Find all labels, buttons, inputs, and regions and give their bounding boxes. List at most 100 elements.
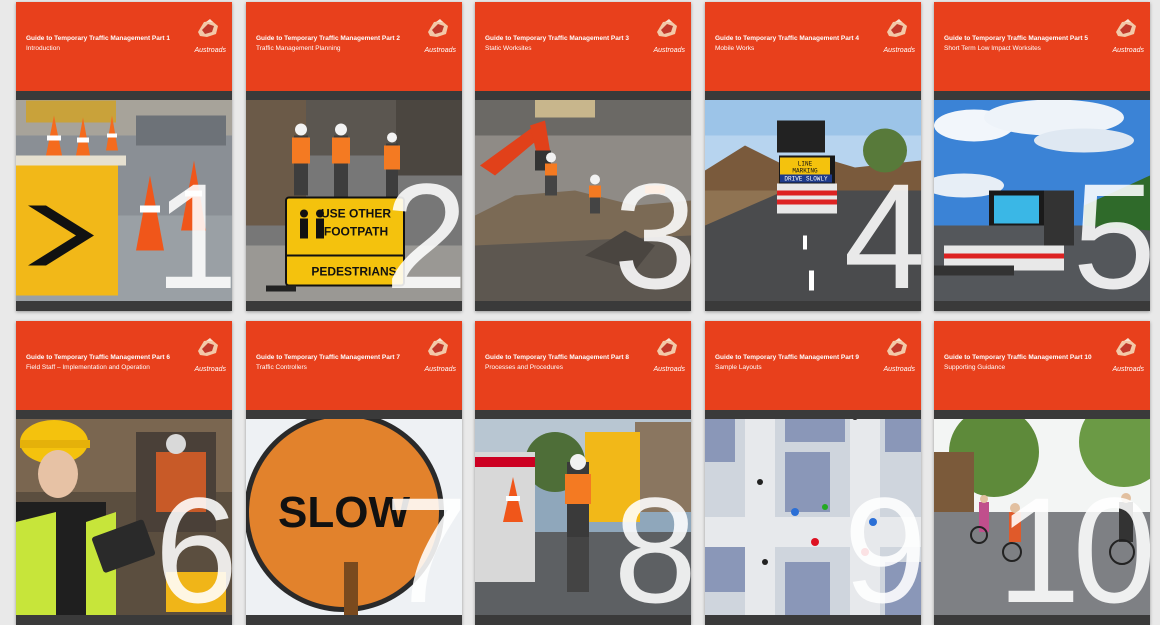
header-band: [934, 410, 1150, 419]
cover-title: Guide to Temporary Traffic Management Pa…: [715, 354, 859, 361]
cover-subtitle: Sample Layouts: [715, 364, 762, 371]
austroads-logo-icon: [1116, 338, 1136, 356]
part-number: 6: [154, 466, 232, 615]
cover-header: Guide to Temporary Traffic Management Pa…: [475, 321, 691, 410]
brand-name: Austroads: [424, 366, 456, 373]
book-cover-part-3[interactable]: Guide to Temporary Traffic Management Pa…: [475, 2, 691, 311]
header-band: [475, 410, 691, 419]
book-cover-part-5[interactable]: Guide to Temporary Traffic Management Pa…: [934, 2, 1150, 311]
cover-title: Guide to Temporary Traffic Management Pa…: [944, 354, 1092, 361]
cover-header: Guide to Temporary Traffic Management Pa…: [246, 321, 462, 410]
cover-title: Guide to Temporary Traffic Management Pa…: [256, 35, 400, 42]
cover-subtitle: Mobile Works: [715, 45, 755, 52]
austroads-logo: Austroads: [416, 337, 456, 373]
part-number: 7: [384, 466, 462, 615]
austroads-logo: Austroads: [1104, 337, 1144, 373]
cover-subtitle: Static Worksites: [485, 45, 532, 52]
book-cover-part-9[interactable]: Guide to Temporary Traffic Management Pa…: [705, 321, 921, 625]
cover-header: Guide to Temporary Traffic Management Pa…: [934, 321, 1150, 410]
cover-photo: 5: [934, 100, 1150, 301]
book-cover-part-6[interactable]: Guide to Temporary Traffic Management Pa…: [16, 321, 232, 625]
cover-title: Guide to Temporary Traffic Management Pa…: [256, 354, 400, 361]
cover-header: Guide to Temporary Traffic Management Pa…: [475, 2, 691, 91]
cover-photo: 6: [16, 419, 232, 615]
brand-name: Austroads: [424, 47, 456, 54]
header-band: [16, 410, 232, 419]
header-band: [246, 410, 462, 419]
cover-title: Guide to Temporary Traffic Management Pa…: [715, 35, 859, 42]
austroads-logo: Austroads: [875, 18, 915, 54]
part-number: 9: [843, 466, 921, 615]
cover-header: Guide to Temporary Traffic Management Pa…: [16, 321, 232, 410]
cover-photo: LINE MARKING DRIVE SLOWLY 4: [705, 100, 921, 301]
cover-footer: [934, 615, 1150, 625]
vms-line2: MARKING: [792, 168, 818, 175]
brand-name: Austroads: [883, 47, 915, 54]
book-cover-part-7[interactable]: Guide to Temporary Traffic Management Pa…: [246, 321, 462, 625]
cover-photo: SLOW 7: [246, 419, 462, 615]
austroads-logo: Austroads: [875, 337, 915, 373]
cover-title: Guide to Temporary Traffic Management Pa…: [485, 354, 629, 361]
part-number: 1: [154, 152, 232, 301]
cover-subtitle: Short Term Low Impact Worksites: [944, 45, 1041, 52]
brand-name: Austroads: [653, 366, 685, 373]
cover-footer: [705, 615, 921, 625]
sign-text-line2: FOOTPATH: [324, 225, 388, 239]
cover-header: Guide to Temporary Traffic Management Pa…: [705, 2, 921, 91]
part-number: 10: [997, 466, 1150, 615]
cover-photo: 10: [934, 419, 1150, 615]
part-number: 5: [1072, 152, 1150, 301]
austroads-logo: Austroads: [186, 18, 226, 54]
brand-name: Austroads: [194, 47, 226, 54]
cover-subtitle: Field Staff – Implementation and Operati…: [26, 364, 150, 371]
header-band: [705, 91, 921, 100]
austroads-logo-icon: [198, 338, 218, 356]
book-cover-part-10[interactable]: Guide to Temporary Traffic Management Pa…: [934, 321, 1150, 625]
cover-header: Guide to Temporary Traffic Management Pa…: [705, 321, 921, 410]
vms-line3: DRIVE SLOWLY: [784, 176, 828, 183]
cover-footer: [16, 301, 232, 311]
book-cover-part-1[interactable]: Guide to Temporary Traffic Management Pa…: [16, 2, 232, 311]
cover-footer: [934, 301, 1150, 311]
cover-footer: [246, 615, 462, 625]
austroads-logo: Austroads: [645, 18, 685, 54]
cover-title: Guide to Temporary Traffic Management Pa…: [26, 35, 170, 42]
header-band: [475, 91, 691, 100]
cover-photo: USE OTHER FOOTPATH PEDESTRIANS 2: [246, 100, 462, 301]
cover-footer: [16, 615, 232, 625]
cover-footer: [705, 301, 921, 311]
austroads-logo-icon: [428, 338, 448, 356]
sign-text-line1: USE OTHER: [321, 207, 391, 221]
book-cover-part-4[interactable]: Guide to Temporary Traffic Management Pa…: [705, 2, 921, 311]
austroads-logo-icon: [887, 19, 907, 37]
cover-header: Guide to Temporary Traffic Management Pa…: [16, 2, 232, 91]
austroads-logo-icon: [887, 338, 907, 356]
cover-title: Guide to Temporary Traffic Management Pa…: [944, 35, 1088, 42]
cover-photo: 1: [16, 100, 232, 301]
header-band: [705, 410, 921, 419]
book-cover-part-8[interactable]: Guide to Temporary Traffic Management Pa…: [475, 321, 691, 625]
part-number: 4: [843, 152, 921, 301]
austroads-logo: Austroads: [186, 337, 226, 373]
part-number: 8: [613, 466, 691, 615]
cover-header: Guide to Temporary Traffic Management Pa…: [246, 2, 462, 91]
header-band: [246, 91, 462, 100]
cover-photo: 9: [705, 419, 921, 615]
cover-subtitle: Introduction: [26, 45, 60, 52]
brand-name: Austroads: [883, 366, 915, 373]
cover-footer: [475, 301, 691, 311]
brand-name: Austroads: [1112, 366, 1144, 373]
cover-footer: [246, 301, 462, 311]
book-cover-part-2[interactable]: Guide to Temporary Traffic Management Pa…: [246, 2, 462, 311]
cover-footer: [475, 615, 691, 625]
austroads-logo: Austroads: [416, 18, 456, 54]
cover-grid: Guide to Temporary Traffic Management Pa…: [0, 0, 1160, 625]
cover-photo: 8: [475, 419, 691, 615]
cover-subtitle: Processes and Procedures: [485, 364, 564, 371]
part-number: 3: [613, 152, 691, 301]
cover-subtitle: Traffic Controllers: [256, 364, 307, 371]
header-band: [16, 91, 232, 100]
cover-subtitle: Traffic Management Planning: [256, 45, 341, 52]
cover-title: Guide to Temporary Traffic Management Pa…: [26, 354, 170, 361]
vms-line1: LINE: [798, 161, 813, 168]
